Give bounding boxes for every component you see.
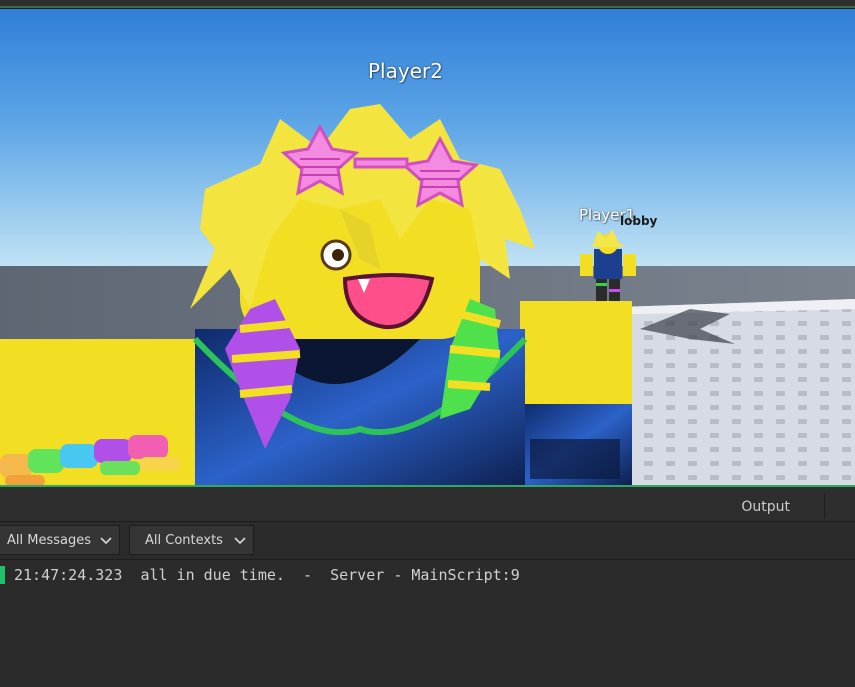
log-source: MainScript:9: [411, 566, 520, 584]
log-context: Server: [330, 566, 385, 584]
log-separator: -: [303, 566, 313, 584]
overhead-tag: lobby: [620, 214, 658, 228]
log-separator: -: [393, 566, 403, 584]
output-panel-header: Output: [0, 487, 855, 522]
game-viewport[interactable]: Player2 Player1 lobby: [0, 9, 855, 487]
output-filter-bar: All Messages All Contexts: [0, 522, 855, 560]
message-filter-dropdown[interactable]: All Messages: [0, 525, 120, 555]
player-name-label: Player2: [368, 59, 443, 83]
log-entry[interactable]: 21:47:24.323 all in due time. - Server -…: [0, 564, 855, 586]
dropdown-label: All Contexts: [145, 533, 223, 548]
log-message: all in due time.: [140, 566, 285, 584]
chevron-down-icon: [233, 533, 247, 547]
chevron-down-icon: [99, 533, 113, 547]
panel-title: Output: [741, 499, 790, 515]
log-line: 21:47:24.323 all in due time. - Server -…: [14, 566, 520, 584]
output-log[interactable]: 21:47:24.323 all in due time. - Server -…: [0, 560, 855, 687]
log-timestamp: 21:47:24.323: [14, 566, 123, 584]
header-divider: [824, 493, 825, 519]
dropdown-label: All Messages: [7, 533, 91, 548]
context-filter-dropdown[interactable]: All Contexts: [129, 525, 254, 555]
log-status-marker: [0, 566, 5, 584]
studio-top-bar: [0, 0, 855, 9]
top-accent-line: [0, 6, 855, 8]
